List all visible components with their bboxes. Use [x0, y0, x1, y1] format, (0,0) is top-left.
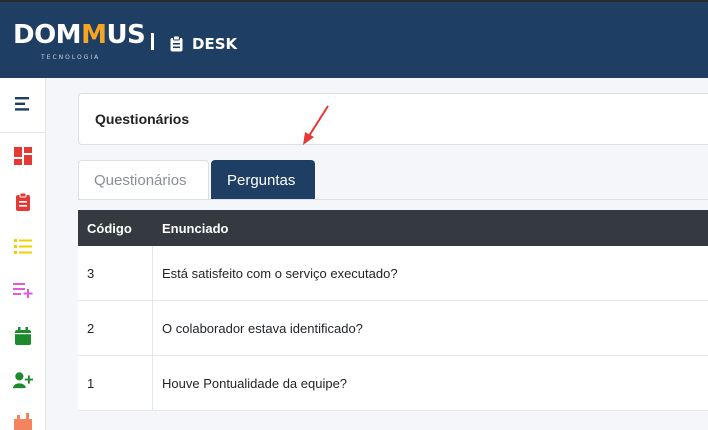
main-content: Questionários Questionários Perguntas Có…	[47, 78, 708, 430]
tab-label: Perguntas	[227, 171, 296, 189]
tab-label: Questionários	[94, 171, 187, 189]
menu-icon[interactable]	[13, 94, 33, 114]
page-title-card: Questionários	[78, 93, 708, 145]
sidebar-divider	[0, 132, 46, 133]
playlist-add-icon[interactable]	[13, 280, 33, 300]
app-label-text: DESK	[192, 35, 238, 53]
tab-perguntas[interactable]: Perguntas	[211, 160, 315, 199]
top-navbar: DOMMUS TECNOLOGIA DESK	[0, 0, 708, 78]
sidebar	[0, 78, 46, 430]
dommus-logo[interactable]: DOMMUS TECNOLOGIA	[13, 20, 146, 62]
cell-text: O colaborador estava identificado?	[162, 320, 363, 336]
cell-text: Houve Pontualidade da equipe?	[162, 375, 348, 391]
tab-bar: Questionários Perguntas	[78, 160, 708, 200]
cell-text: Está satisfeito com o serviço executado?	[162, 265, 398, 281]
tab-questionarios[interactable]: Questionários	[78, 160, 209, 199]
clipboard-icon[interactable]	[13, 192, 33, 212]
table-row[interactable]: 1 Houve Pontualidade da equipe?	[78, 356, 708, 411]
cell-code: 2	[78, 301, 153, 355]
logo-text-part: US	[106, 20, 146, 50]
app-label: DESK	[170, 34, 237, 54]
annotation-arrow-icon	[303, 105, 329, 145]
add-user-icon[interactable]	[13, 370, 33, 390]
calendar-icon[interactable]	[13, 326, 33, 346]
header-divider	[151, 33, 154, 50]
building-icon[interactable]	[13, 412, 33, 430]
column-header-text[interactable]: Enunciado	[153, 210, 708, 246]
table-header: Código Enunciado	[78, 210, 708, 246]
logo-text-accent: M	[81, 20, 107, 50]
list-icon[interactable]	[13, 236, 33, 256]
logo-subtitle: TECNOLOGIA	[41, 54, 101, 61]
column-header-code[interactable]: Código	[78, 210, 153, 246]
table-row[interactable]: 3 Está satisfeito com o serviço executad…	[78, 246, 708, 301]
cell-code: 3	[78, 246, 153, 300]
logo-text-part: DOM	[13, 20, 82, 50]
cell-code: 1	[78, 356, 153, 410]
page-title: Questionários	[95, 111, 190, 127]
questions-table: Código Enunciado 3 Está satisfeito com o…	[78, 210, 708, 411]
dashboard-icon[interactable]	[13, 146, 33, 166]
clipboard-icon	[170, 36, 183, 52]
table-row[interactable]: 2 O colaborador estava identificado?	[78, 301, 708, 356]
